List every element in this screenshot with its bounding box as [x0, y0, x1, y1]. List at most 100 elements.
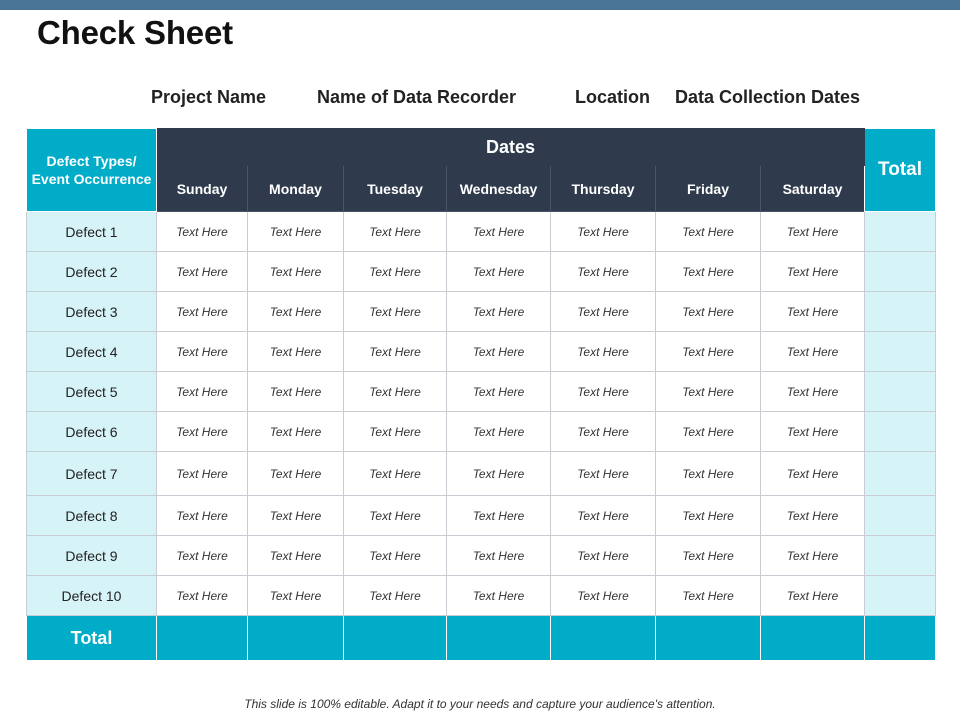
row-total-cell[interactable] [864, 291, 937, 332]
defect-label: Defect 5 [26, 371, 157, 412]
table-cell[interactable]: Text Here [550, 291, 656, 332]
row-total-cell[interactable] [864, 495, 937, 536]
table-cell[interactable]: Text Here [550, 371, 656, 412]
total-cell[interactable] [759, 615, 866, 661]
table-cell[interactable]: Text Here [759, 451, 866, 496]
day-header-friday: Friday [655, 165, 761, 212]
defect-label: Defect 8 [26, 495, 157, 536]
table-cell[interactable]: Text Here [156, 575, 248, 616]
table-cell[interactable]: Text Here [343, 291, 447, 332]
table-cell[interactable]: Text Here [759, 411, 866, 452]
row-total-cell[interactable] [864, 251, 937, 292]
table-cell[interactable]: Text Here [446, 331, 551, 372]
table-cell[interactable]: Text Here [343, 451, 447, 496]
table-cell[interactable]: Text Here [156, 211, 248, 252]
table-cell[interactable]: Text Here [343, 371, 447, 412]
table-cell[interactable]: Text Here [655, 331, 761, 372]
table-cell[interactable]: Text Here [655, 251, 761, 292]
table-cell[interactable]: Text Here [156, 411, 248, 452]
table-cell[interactable]: Text Here [343, 535, 447, 576]
table-cell[interactable]: Text Here [759, 291, 866, 332]
table-cell[interactable]: Text Here [343, 575, 447, 616]
table-cell[interactable]: Text Here [550, 331, 656, 372]
row-total-cell[interactable] [864, 411, 937, 452]
table-cell[interactable]: Text Here [156, 371, 248, 412]
table-cell[interactable]: Text Here [343, 251, 447, 292]
row-total-cell[interactable] [864, 535, 937, 576]
table-cell[interactable]: Text Here [759, 535, 866, 576]
row-total-cell[interactable] [864, 575, 937, 616]
table-cell[interactable]: Text Here [247, 331, 344, 372]
table-cell[interactable]: Text Here [655, 495, 761, 536]
table-cell[interactable]: Text Here [156, 331, 248, 372]
table-cell[interactable]: Text Here [343, 411, 447, 452]
table-cell[interactable]: Text Here [759, 211, 866, 252]
table-cell[interactable]: Text Here [247, 211, 344, 252]
table-cell[interactable]: Text Here [247, 451, 344, 496]
table-cell[interactable]: Text Here [446, 251, 551, 292]
total-cell[interactable] [156, 615, 248, 661]
table-cell[interactable]: Text Here [156, 451, 248, 496]
table-cell[interactable]: Text Here [247, 291, 344, 332]
table-cell[interactable]: Text Here [343, 211, 447, 252]
table-cell[interactable]: Text Here [655, 411, 761, 452]
table-cell[interactable]: Text Here [446, 211, 551, 252]
row-total-cell[interactable] [864, 211, 937, 252]
table-cell[interactable]: Text Here [247, 371, 344, 412]
table-cell[interactable]: Text Here [156, 291, 248, 332]
table-cell[interactable]: Text Here [759, 251, 866, 292]
table-cell[interactable]: Text Here [446, 575, 551, 616]
table-cell[interactable]: Text Here [247, 411, 344, 452]
table-cell[interactable]: Text Here [446, 411, 551, 452]
table-cell[interactable]: Text Here [156, 251, 248, 292]
table-cell[interactable]: Text Here [446, 495, 551, 536]
table-cell[interactable]: Text Here [343, 495, 447, 536]
table-cell[interactable]: Text Here [759, 331, 866, 372]
table-cell[interactable]: Text Here [156, 535, 248, 576]
table-cell[interactable]: Text Here [247, 251, 344, 292]
table-cell[interactable]: Text Here [759, 371, 866, 412]
table-cell[interactable]: Text Here [655, 211, 761, 252]
table-cell[interactable]: Text Here [247, 575, 344, 616]
table-cell[interactable]: Text Here [247, 535, 344, 576]
table-cell[interactable]: Text Here [343, 331, 447, 372]
table-cell[interactable]: Text Here [446, 371, 551, 412]
row-total-cell[interactable] [864, 371, 937, 412]
meta-location: Location [575, 87, 650, 107]
table-cell[interactable]: Text Here [655, 451, 761, 496]
table-cell[interactable]: Text Here [550, 451, 656, 496]
table-cell[interactable]: Text Here [655, 371, 761, 412]
table-cell[interactable]: Text Here [550, 411, 656, 452]
total-cell[interactable] [550, 615, 656, 661]
table-cell[interactable]: Text Here [759, 495, 866, 536]
table-cell[interactable]: Text Here [550, 535, 656, 576]
table-cell[interactable]: Text Here [446, 451, 551, 496]
total-cell[interactable] [655, 615, 761, 661]
total-row-label: Total [26, 615, 157, 661]
row-total-cell[interactable] [864, 451, 937, 496]
table-cell[interactable]: Text Here [655, 291, 761, 332]
table-cell[interactable]: Text Here [550, 211, 656, 252]
table-cell[interactable]: Text Here [550, 495, 656, 536]
table-row: Defect 10 Text Here Text Here Text Here Text… [26, 575, 937, 616]
table-cell[interactable]: Text Here [550, 575, 656, 616]
table-row: Defect 2 Text Here Text Here Text Here Text … [26, 251, 937, 292]
table-row: Defect 7 Text Here Text Here Text Here Text … [26, 451, 937, 496]
defect-label: Defect 7 [26, 451, 157, 496]
table-row: Defect 6 Text Here Text Here Text Here Text … [26, 411, 937, 452]
table-cell[interactable]: Text Here [550, 251, 656, 292]
total-cell[interactable] [247, 615, 344, 661]
table-cell[interactable]: Text Here [247, 495, 344, 536]
top-accent-bar [0, 0, 960, 10]
table-cell[interactable]: Text Here [655, 535, 761, 576]
table-cell[interactable]: Text Here [446, 535, 551, 576]
footer-note: This slide is 100% editable. Adapt it to… [244, 697, 716, 711]
table-cell[interactable]: Text Here [759, 575, 866, 616]
table-cell[interactable]: Text Here [655, 575, 761, 616]
table-cell[interactable]: Text Here [156, 495, 248, 536]
row-total-cell[interactable] [864, 331, 937, 372]
grand-total-cell[interactable] [864, 615, 937, 661]
table-cell[interactable]: Text Here [446, 291, 551, 332]
total-cell[interactable] [446, 615, 551, 661]
total-cell[interactable] [343, 615, 447, 661]
